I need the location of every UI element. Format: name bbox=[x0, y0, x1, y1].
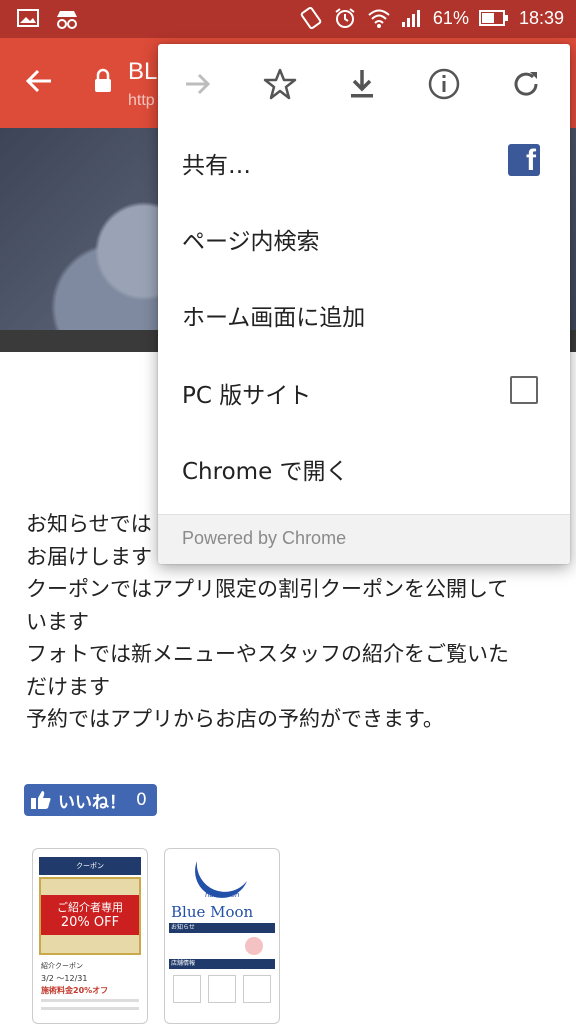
image-icon bbox=[17, 9, 39, 27]
signal-icon bbox=[401, 10, 420, 27]
thumb-section-store: 店舗情報 bbox=[169, 959, 275, 969]
text-line: クーポンではアプリ限定の割引クーポンを公開して bbox=[26, 577, 509, 601]
thumb-section-news: お知らせ bbox=[169, 923, 275, 933]
thumbs-up-icon bbox=[31, 791, 51, 809]
reload-icon[interactable] bbox=[508, 66, 544, 102]
facebook-icon: f bbox=[508, 144, 540, 177]
coupon-text-line bbox=[41, 1007, 139, 1010]
alarm-icon bbox=[335, 8, 355, 28]
menu-item-add-to-home[interactable]: ホーム画面に追加 bbox=[182, 298, 365, 332]
clock: 18:39 bbox=[518, 7, 564, 28]
menu-item-desktop-site[interactable]: PC 版サイト bbox=[182, 376, 311, 410]
text-line: います bbox=[26, 609, 89, 634]
status-bar: 61% 18:39 bbox=[0, 0, 576, 38]
calendar-tile bbox=[208, 975, 236, 1003]
logo-text: Blue Moon bbox=[171, 903, 254, 921]
facebook-like-button[interactable]: いいね！ 0 bbox=[24, 784, 157, 816]
text-line: だけます bbox=[26, 674, 110, 699]
powered-by-label: Powered by Chrome bbox=[182, 528, 347, 548]
battery-percent: 61% bbox=[432, 7, 469, 28]
like-count: 0 bbox=[136, 790, 147, 810]
coupon-text-line bbox=[41, 999, 139, 1002]
coupon-banner-line2: 20% OFF bbox=[60, 915, 120, 930]
forward-icon[interactable] bbox=[180, 66, 216, 102]
coupon-frame: ご紹介者専用 20% OFF bbox=[39, 877, 141, 955]
page-title: BL bbox=[128, 58, 158, 85]
like-label: いいね！ bbox=[58, 792, 126, 813]
info-icon[interactable] bbox=[426, 66, 462, 102]
menu-icon-row bbox=[158, 44, 570, 124]
lock-icon bbox=[95, 68, 111, 92]
back-arrow-icon[interactable] bbox=[24, 66, 54, 96]
incognito-icon bbox=[57, 11, 77, 29]
menu-footer: Powered by Chrome bbox=[158, 514, 570, 564]
coupon-caption: 紹介クーポン bbox=[41, 962, 83, 970]
coupon-discount: 施術料金20%オフ bbox=[41, 986, 109, 995]
text-line: フォトでは新メニューやスタッフの紹介をご覧いた bbox=[26, 642, 509, 666]
battery-icon bbox=[478, 10, 508, 26]
menu-item-open-in-chrome[interactable]: Chrome で開く bbox=[182, 452, 349, 486]
logo-subtitle: hair salon bbox=[205, 891, 240, 899]
coupon-banner-line1: ご紹介者専用 bbox=[57, 901, 123, 914]
thumb-header: クーポン bbox=[39, 857, 141, 875]
coupon-banner: ご紹介者専用 20% OFF bbox=[41, 895, 139, 935]
coupon-dates: 3/2 ～12/31 bbox=[41, 974, 88, 983]
text-line: 予約ではアプリからお店の予約ができます。 bbox=[26, 707, 444, 731]
wifi-icon bbox=[368, 9, 390, 28]
overflow-menu: 共有… f ページ内検索 ホーム画面に追加 PC 版サイト Chrome で開く… bbox=[158, 44, 570, 564]
bookmark-star-icon[interactable] bbox=[262, 66, 298, 102]
download-icon[interactable] bbox=[344, 66, 380, 102]
desktop-site-checkbox[interactable] bbox=[510, 376, 538, 404]
app-screenshot-home[interactable]: hair salon Blue Moon お知らせ 店舗情報 bbox=[164, 848, 280, 1024]
page-url: http bbox=[128, 92, 155, 109]
menu-item-share[interactable]: 共有… bbox=[182, 146, 251, 180]
map-pin-tile bbox=[173, 975, 201, 1003]
menu-item-find-in-page[interactable]: ページ内検索 bbox=[182, 222, 320, 256]
app-screenshot-coupon[interactable]: クーポン ご紹介者専用 20% OFF 紹介クーポン 3/2 ～12/31 施術… bbox=[32, 848, 148, 1024]
rotate-icon bbox=[300, 6, 322, 30]
avatar bbox=[245, 937, 263, 955]
phone-tile bbox=[243, 975, 271, 1003]
